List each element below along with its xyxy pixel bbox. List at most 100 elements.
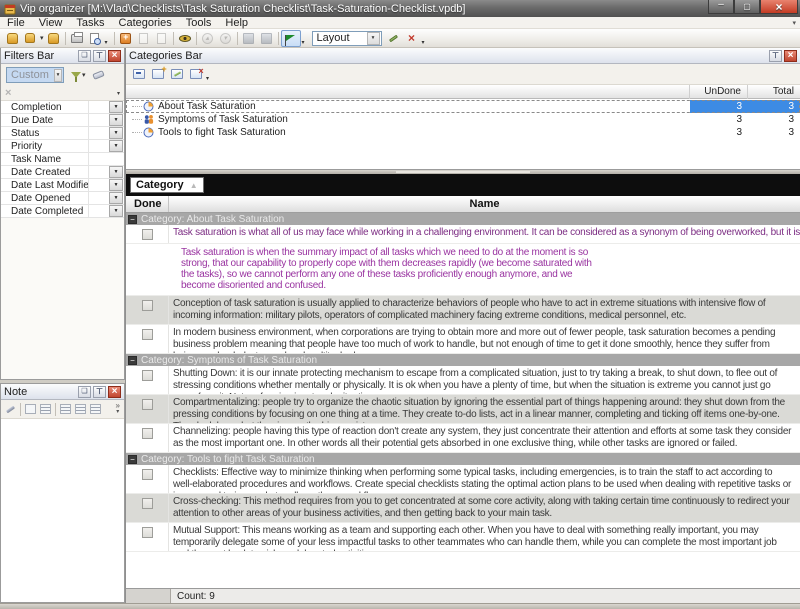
- filter-dropdown-icon[interactable]: [109, 179, 123, 191]
- delete-task-icon[interactable]: [153, 30, 171, 46]
- filter-dropdown-icon[interactable]: [109, 140, 123, 152]
- panel-close-icon[interactable]: [108, 386, 121, 398]
- customize-layout-icon[interactable]: [385, 30, 403, 46]
- move-up-icon[interactable]: [199, 30, 217, 46]
- menu-tools[interactable]: Tools: [179, 17, 219, 29]
- task-row[interactable]: Shutting Down: it is our innate protecti…: [126, 366, 800, 395]
- filter-preset-combobox[interactable]: Custom: [6, 67, 64, 83]
- done-checkbox[interactable]: [142, 370, 153, 381]
- column-total[interactable]: Total: [748, 85, 800, 99]
- done-checkbox[interactable]: [142, 229, 153, 240]
- category-row-tools[interactable]: Tools to fight Task Saturation 3 3: [126, 126, 800, 139]
- filter-value-cell[interactable]: [89, 179, 109, 192]
- add-task-icon[interactable]: [117, 30, 135, 46]
- collapse-group-icon[interactable]: [128, 215, 137, 224]
- note-print-preview-icon[interactable]: [38, 402, 53, 417]
- filters-overflow-icon[interactable]: [117, 90, 120, 97]
- panel-pin-icon[interactable]: [93, 386, 106, 398]
- minimize-button[interactable]: [708, 0, 734, 14]
- menu-categories[interactable]: Categories: [112, 17, 179, 29]
- done-checkbox[interactable]: [142, 329, 153, 340]
- group-row[interactable]: Category: Tools to fight Task Saturation: [126, 453, 800, 465]
- menu-view[interactable]: View: [32, 17, 70, 29]
- panel-close-icon[interactable]: [108, 50, 121, 62]
- horizontal-splitter[interactable]: [126, 170, 800, 174]
- task-row[interactable]: Conception of task saturation is usually…: [126, 296, 800, 325]
- clear-filter-icon[interactable]: [5, 87, 11, 99]
- collapse-group-icon[interactable]: [128, 356, 137, 365]
- filter-funnel-dropdown-icon[interactable]: [82, 71, 86, 79]
- filter-dropdown-icon[interactable]: [109, 101, 123, 113]
- group-by-category-button[interactable]: Category: [130, 177, 204, 193]
- filter-eraser-icon[interactable]: [92, 70, 104, 80]
- task-row[interactable]: Channelizing: people having this type of…: [126, 424, 800, 453]
- filter-value-cell[interactable]: [89, 127, 109, 140]
- done-checkbox[interactable]: [142, 428, 153, 439]
- task-row[interactable]: Compartmentalizing: people try to organi…: [126, 395, 800, 424]
- done-checkbox[interactable]: [142, 399, 153, 410]
- done-checkbox[interactable]: [142, 300, 153, 311]
- layout-combobox[interactable]: Layout: [312, 31, 382, 46]
- task-row[interactable]: Task saturation is what all of us may fa…: [126, 225, 800, 244]
- category-row-symptoms[interactable]: Symptoms of Task Saturation 3 3: [126, 113, 800, 126]
- delete-category-icon[interactable]: [186, 66, 205, 83]
- done-checkbox[interactable]: [142, 498, 153, 509]
- toolbar-group-overflow-icon[interactable]: [104, 30, 112, 46]
- note-edit-icon[interactable]: [3, 402, 18, 417]
- panel-restore-icon[interactable]: [78, 386, 91, 398]
- edit-category-icon[interactable]: [167, 66, 186, 83]
- filter-dropdown-icon[interactable]: [109, 127, 123, 139]
- move-down-icon[interactable]: [217, 30, 235, 46]
- note-content[interactable]: [1, 419, 124, 599]
- group-row[interactable]: Category: About Task Saturation: [126, 213, 800, 225]
- panel-pin-icon[interactable]: [93, 50, 106, 62]
- note-print-icon[interactable]: [23, 402, 38, 417]
- toolbar-group-overflow-icon[interactable]: [421, 30, 429, 46]
- close-button[interactable]: [760, 0, 798, 14]
- filter-value-cell[interactable]: [89, 101, 109, 114]
- print-preview-icon[interactable]: [86, 30, 104, 46]
- filter-dropdown-icon[interactable]: [109, 166, 123, 178]
- note-align-left-icon[interactable]: [58, 402, 73, 417]
- hide-completed-icon[interactable]: [176, 30, 194, 46]
- filter-funnel-icon[interactable]: [71, 72, 81, 78]
- collapse-group-icon[interactable]: [128, 455, 137, 464]
- group-row[interactable]: Category: Symptoms of Task Saturation: [126, 354, 800, 366]
- categories-toolbar-overflow-icon[interactable]: [205, 66, 213, 82]
- delete-layout-icon[interactable]: [403, 30, 421, 46]
- menu-overflow-icon[interactable]: [792, 19, 796, 27]
- filter-value-cell[interactable]: [89, 153, 124, 166]
- new-subcategory-icon[interactable]: [148, 66, 167, 83]
- panel-restore-icon[interactable]: [78, 50, 91, 62]
- category-row-about[interactable]: About Task Saturation 3 3: [126, 100, 800, 113]
- filter-value-cell[interactable]: [89, 114, 109, 127]
- new-database-icon[interactable]: [3, 30, 21, 46]
- save-database-icon[interactable]: [45, 30, 63, 46]
- menu-help[interactable]: Help: [218, 17, 255, 29]
- column-name[interactable]: Name: [169, 196, 800, 212]
- flag-highlight-icon[interactable]: [281, 30, 301, 47]
- note-align-center-icon[interactable]: [73, 402, 88, 417]
- print-icon[interactable]: [68, 30, 86, 46]
- column-done[interactable]: Done: [126, 196, 169, 212]
- open-recent-dropdown-icon[interactable]: [40, 34, 44, 42]
- note-bullet-list-icon[interactable]: [88, 402, 103, 417]
- new-category-icon[interactable]: [129, 66, 148, 83]
- filter-preset-arrow-icon[interactable]: [54, 69, 62, 82]
- task-row[interactable]: Mutual Support: This means working as a …: [126, 523, 800, 552]
- task-row[interactable]: In modern business environment, when cor…: [126, 325, 800, 354]
- task-row[interactable]: Checklists: Effective way to minimize th…: [126, 465, 800, 494]
- filter-value-cell[interactable]: [89, 205, 109, 218]
- done-checkbox[interactable]: [142, 469, 153, 480]
- filter-value-cell[interactable]: [89, 192, 109, 205]
- filter-value-cell[interactable]: [89, 166, 109, 179]
- panel-pin-icon[interactable]: [769, 50, 782, 62]
- layout-combobox-arrow-icon[interactable]: [367, 32, 380, 45]
- maximize-button[interactable]: [734, 0, 760, 14]
- expand-all-icon[interactable]: [240, 30, 258, 46]
- task-row[interactable]: Cross-checking: This method requires fro…: [126, 494, 800, 523]
- edit-task-icon[interactable]: [135, 30, 153, 46]
- filter-dropdown-icon[interactable]: [109, 114, 123, 126]
- panel-close-icon[interactable]: [784, 50, 797, 62]
- open-database-icon[interactable]: [21, 30, 39, 46]
